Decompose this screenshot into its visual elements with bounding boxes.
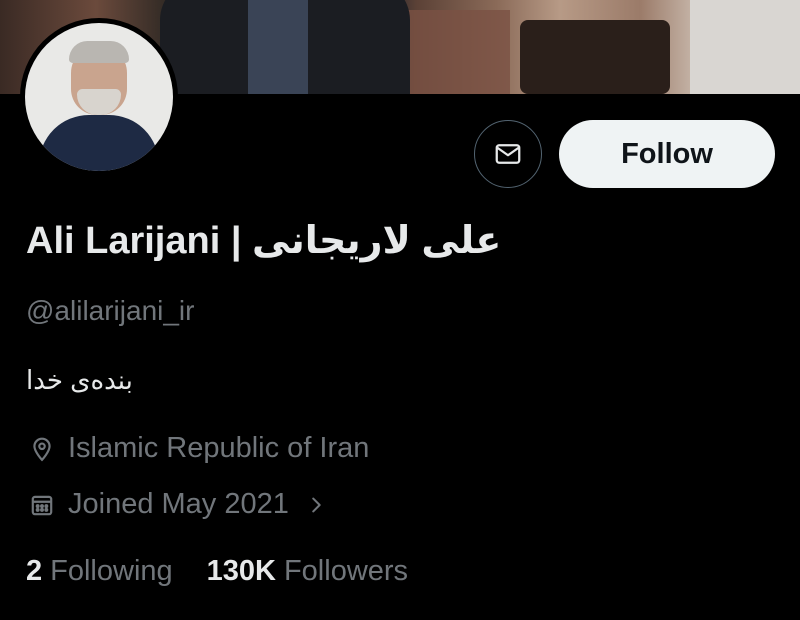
joined-row[interactable]: Joined May 2021 [26, 488, 327, 521]
message-button[interactable] [474, 120, 542, 188]
following-link[interactable]: 2 Following [26, 555, 173, 588]
joined-text: Joined May 2021 [68, 488, 289, 520]
followers-label: Followers [283, 555, 409, 587]
user-handle: @alilarijani_ir [26, 295, 195, 326]
follow-button[interactable]: Follow [559, 120, 775, 188]
location-text: Islamic Republic of Iran [68, 432, 370, 464]
avatar-photo [25, 23, 173, 171]
location-pin-icon [26, 433, 58, 465]
avatar-hair [69, 41, 129, 63]
display-name: Ali Larijani | علی لاریجانی [26, 220, 502, 262]
following-count: 2 [26, 555, 43, 587]
banner-chair [520, 20, 670, 94]
follow-stats: 2 Following 130K Followers [26, 555, 408, 588]
banner-shirt [248, 0, 308, 94]
user-bio: بنده‌ی خدا [26, 365, 133, 395]
chevron-right-icon [305, 494, 327, 516]
avatar[interactable] [20, 18, 178, 176]
location-row: Islamic Republic of Iran [26, 432, 369, 465]
mail-icon [495, 144, 521, 164]
banner-window [690, 0, 800, 94]
followers-link[interactable]: 130K Followers [207, 555, 408, 588]
avatar-body [39, 115, 159, 171]
calendar-icon [26, 489, 58, 521]
followers-count: 130K [206, 555, 276, 587]
following-label: Following [50, 555, 173, 587]
